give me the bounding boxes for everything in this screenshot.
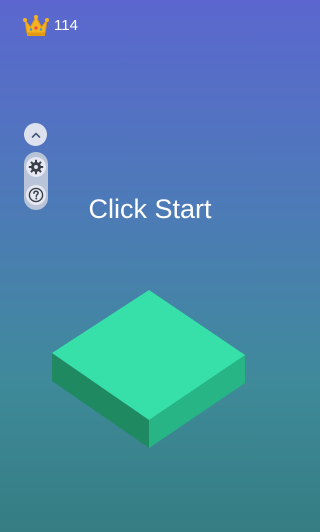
- best-score-value: 114: [54, 17, 78, 34]
- tile-top-face: [52, 290, 245, 420]
- start-prompt[interactable]: Click Start: [0, 193, 300, 225]
- chevron-up-icon: [31, 132, 40, 138]
- tile-left-face: [52, 353, 149, 448]
- gear-icon: [28, 159, 44, 175]
- collapse-menu-button[interactable]: [24, 123, 47, 146]
- best-score: 114: [22, 14, 78, 38]
- tile-right-face: [149, 355, 245, 448]
- settings-button[interactable]: [26, 157, 46, 177]
- game-tile: [52, 290, 245, 448]
- crown-icon: [23, 15, 49, 36]
